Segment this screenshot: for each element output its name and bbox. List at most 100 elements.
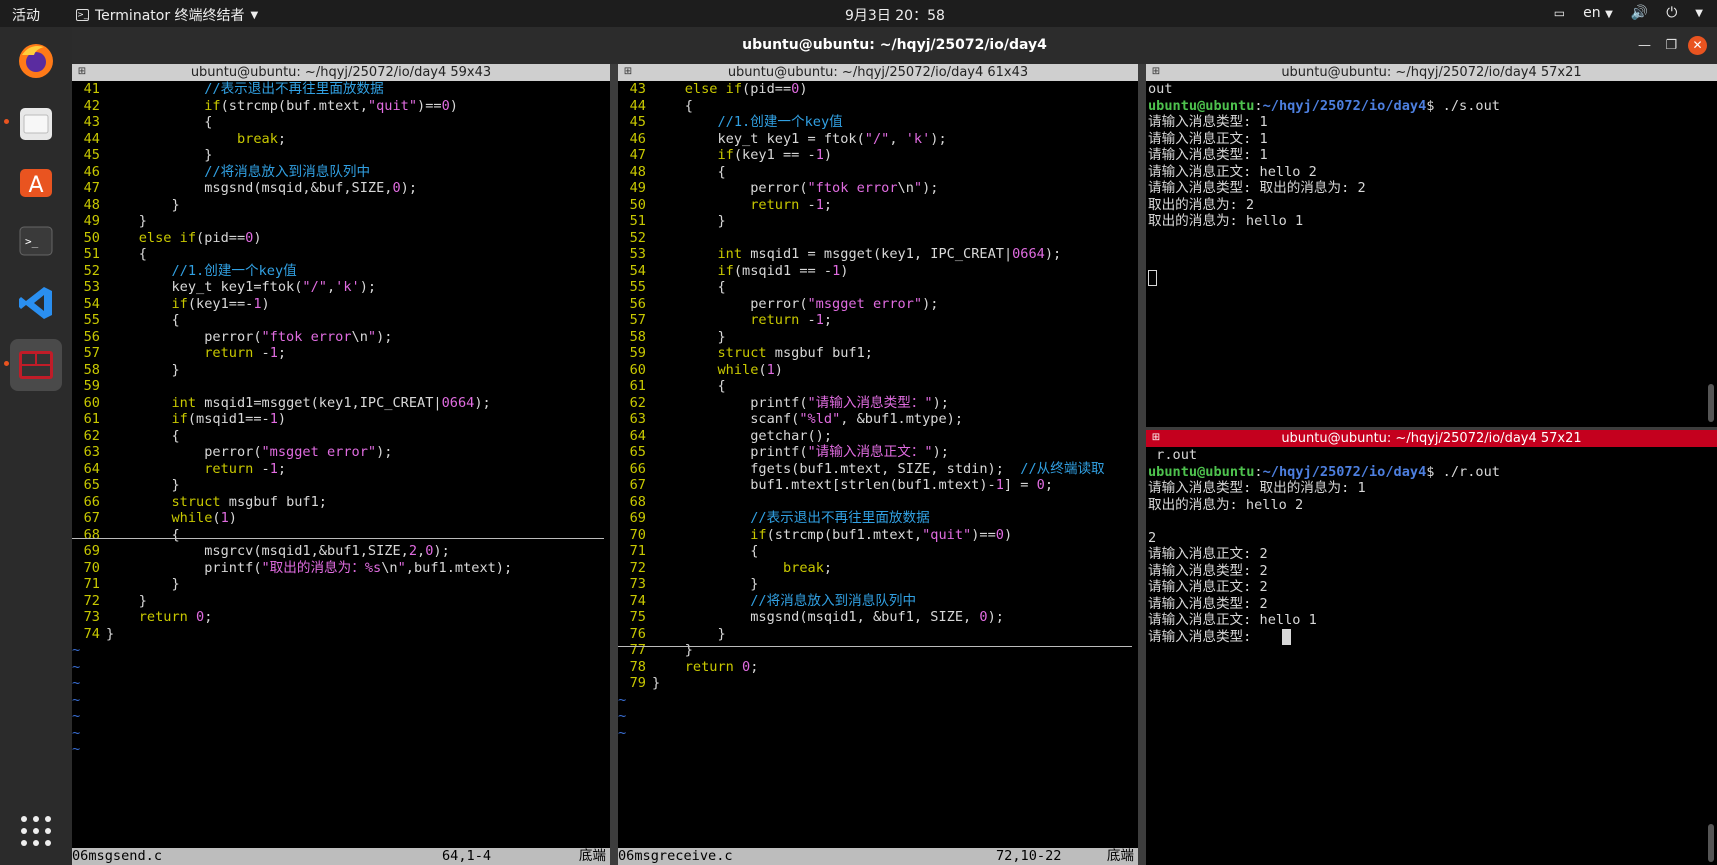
code-line[interactable]: 71 }	[72, 576, 512, 593]
code-line[interactable]: 66 struct msgbuf buf1;	[72, 494, 512, 511]
code-line[interactable]: 58 }	[72, 362, 512, 379]
pane-left[interactable]: ⊞ ubuntu@ubuntu: ~/hqyj/25072/io/day4 59…	[72, 64, 610, 865]
code-line[interactable]: 74 //将消息放入到消息队列中	[618, 593, 1105, 610]
code-line[interactable]: 60 while(1)	[618, 362, 1105, 379]
code-line[interactable]: 66 fgets(buf1.mtext, SIZE, stdin); //从终端…	[618, 461, 1105, 478]
code-line[interactable]: 75 msgsnd(msqid1, &buf1, SIZE, 0);	[618, 609, 1105, 626]
pane-middle[interactable]: ⊞ ubuntu@ubuntu: ~/hqyj/25072/io/day4 61…	[618, 64, 1138, 865]
code-line[interactable]: 68 {	[72, 527, 512, 544]
code-line[interactable]: 70 if(strcmp(buf1.mtext,"quit")==0)	[618, 527, 1105, 544]
code-line[interactable]: 41 //表示退出不再往里面放数据	[72, 81, 512, 98]
code-editor[interactable]: 43 else if(pid==0) 44 {45 //1.创建一个key值 46 …	[618, 81, 1105, 741]
code-line[interactable]: 53 key_t key1=ftok("/",'k');	[72, 279, 512, 296]
code-line[interactable]: 71 {	[618, 543, 1105, 560]
code-line[interactable]: 48 {	[618, 164, 1105, 181]
code-line[interactable]: 57 return -1;	[72, 345, 512, 362]
code-line[interactable]: 63 perror("msgget error");	[72, 444, 512, 461]
code-line[interactable]: 56 perror("msgget error");	[618, 296, 1105, 313]
code-line[interactable]: 42 if(strcmp(buf.mtext,"quit")==0)	[72, 98, 512, 115]
code-line[interactable]: 63 scanf("%ld", &buf1.mtype);	[618, 411, 1105, 428]
code-line[interactable]: 73 }	[618, 576, 1105, 593]
code-line[interactable]: 61 if(msqid1==-1)	[72, 411, 512, 428]
app-menu[interactable]: >_ Terminator 终端终结者 ▼	[76, 5, 258, 25]
code-line[interactable]: 73 return 0;	[72, 609, 512, 626]
code-line[interactable]: 53 int msqid1 = msgget(key1, IPC_CREAT|0…	[618, 246, 1105, 263]
terminal-output[interactable]: out ubuntu@ubuntu:~/hqyj/25072/io/day4$ .…	[1148, 81, 1500, 230]
code-line[interactable]: 45 //1.创建一个key值	[618, 114, 1105, 131]
code-line[interactable]: 65 }	[72, 477, 512, 494]
code-line[interactable]: 78 return 0;	[618, 659, 1105, 676]
pane-title[interactable]: ⊞ ubuntu@ubuntu: ~/hqyj/25072/io/day4 61…	[618, 64, 1138, 81]
code-line[interactable]: 49 perror("ftok error\n");	[618, 180, 1105, 197]
code-line[interactable]: 69 //表示退出不再往里面放数据	[618, 510, 1105, 527]
code-line[interactable]: 44 break;	[72, 131, 512, 148]
pane-title[interactable]: ⊞ ubuntu@ubuntu: ~/hqyj/25072/io/day4 59…	[72, 64, 610, 81]
code-line[interactable]: 50 return -1;	[618, 197, 1105, 214]
code-line[interactable]: 43 {	[72, 114, 512, 131]
show-apps-button[interactable]	[10, 805, 62, 857]
firefox-launcher[interactable]	[10, 35, 62, 87]
keyboard-icon[interactable]: ▭	[1554, 6, 1565, 20]
code-line[interactable]: 52 //1.创建一个key值	[72, 263, 512, 280]
code-line[interactable]: 44 {	[618, 98, 1105, 115]
grid-icon[interactable]: ⊞	[622, 66, 634, 78]
code-line[interactable]: 72 }	[72, 593, 512, 610]
code-line[interactable]: 56 perror("ftok error\n");	[72, 329, 512, 346]
clock[interactable]: 9月3日 20：58	[845, 5, 945, 25]
close-button[interactable]: ✕	[1688, 36, 1707, 55]
code-line[interactable]: 59	[72, 378, 512, 395]
code-line[interactable]: 54 if(msqid1 == -1)	[618, 263, 1105, 280]
files-launcher[interactable]	[4, 97, 62, 149]
code-line[interactable]: 51 }	[618, 213, 1105, 230]
code-line[interactable]: 79}	[618, 675, 1105, 692]
lang-indicator[interactable]: en ▼	[1583, 5, 1613, 21]
chevron-down-icon[interactable]: ▼	[1695, 8, 1703, 19]
code-line[interactable]: 67 while(1)	[72, 510, 512, 527]
code-line[interactable]: 74}	[72, 626, 512, 643]
code-line[interactable]: 48 }	[72, 197, 512, 214]
pane-top-right[interactable]: ⊞ ubuntu@ubuntu: ~/hqyj/25072/io/day4 57…	[1146, 64, 1717, 427]
scrollbar[interactable]	[1708, 824, 1714, 862]
volume-icon[interactable]: 🔊	[1631, 5, 1648, 21]
grid-icon[interactable]: ⊞	[76, 66, 88, 78]
code-line[interactable]: 55 {	[618, 279, 1105, 296]
window-titlebar[interactable]: ubuntu@ubuntu: ~/hqyj/25072/io/day4 — ❐ …	[72, 27, 1717, 64]
code-line[interactable]: 77 }	[618, 642, 1105, 659]
code-line[interactable]: 70 printf("取出的消息为：%s\n",buf1.mtext);	[72, 560, 513, 577]
pane-title[interactable]: ⊞ ubuntu@ubuntu: ~/hqyj/25072/io/day4 57…	[1146, 64, 1717, 81]
code-line[interactable]: 46 key_t key1 = ftok("/", 'k');	[618, 131, 1105, 148]
pane-bottom-right[interactable]: ⊞ ubuntu@ubuntu: ~/hqyj/25072/io/day4 57…	[1146, 430, 1717, 865]
code-line[interactable]: 50 else if(pid==0)	[72, 230, 512, 247]
terminator-launcher[interactable]	[4, 339, 62, 391]
code-editor[interactable]: 41 //表示退出不再往里面放数据 42 if(strcmp(buf.mtext,…	[72, 81, 512, 758]
code-line[interactable]: 58 }	[618, 329, 1105, 346]
code-line[interactable]: 51 {	[72, 246, 512, 263]
code-line[interactable]: 64 return -1;	[72, 461, 512, 478]
terminal-launcher[interactable]: >_	[10, 215, 62, 267]
code-line[interactable]: 69 msgrcv(msqid1,&buf1,SIZE,2,0);	[72, 543, 512, 560]
grid-icon[interactable]: ⊞	[1150, 66, 1162, 78]
activities-button[interactable]: 活动	[12, 5, 40, 25]
code-line[interactable]: 62 printf("请输入消息类型：");	[618, 395, 1105, 412]
code-line[interactable]: 68	[618, 494, 1105, 511]
terminal-output[interactable]: r.out ubuntu@ubuntu:~/hqyj/25072/io/day4$…	[1148, 447, 1500, 645]
code-line[interactable]: 64 getchar();	[618, 428, 1105, 445]
code-line[interactable]: 47 msgsnd(msqid,&buf,SIZE,0);	[72, 180, 512, 197]
power-icon[interactable]: ⏻	[1666, 5, 1677, 21]
vscode-launcher[interactable]	[10, 277, 62, 329]
code-line[interactable]: 62 {	[72, 428, 512, 445]
code-line[interactable]: 76 }	[618, 626, 1105, 643]
code-line[interactable]: 65 printf("请输入消息正文：");	[618, 444, 1105, 461]
code-line[interactable]: 46 //将消息放入到消息队列中	[72, 164, 512, 181]
code-line[interactable]: 55 {	[72, 312, 512, 329]
code-line[interactable]: 49 }	[72, 213, 512, 230]
pane-title-active[interactable]: ⊞ ubuntu@ubuntu: ~/hqyj/25072/io/day4 57…	[1146, 430, 1717, 447]
code-line[interactable]: 45 }	[72, 147, 512, 164]
grid-icon[interactable]: ⊞	[1150, 432, 1162, 444]
code-line[interactable]: 47 if(key1 == -1)	[618, 147, 1105, 164]
code-line[interactable]: 61 {	[618, 378, 1105, 395]
minimize-button[interactable]: —	[1638, 27, 1651, 64]
code-line[interactable]: 57 return -1;	[618, 312, 1105, 329]
code-line[interactable]: 67 buf1.mtext[strlen(buf1.mtext)-1] = 0;	[618, 477, 1105, 494]
software-launcher[interactable]: A	[10, 155, 62, 207]
